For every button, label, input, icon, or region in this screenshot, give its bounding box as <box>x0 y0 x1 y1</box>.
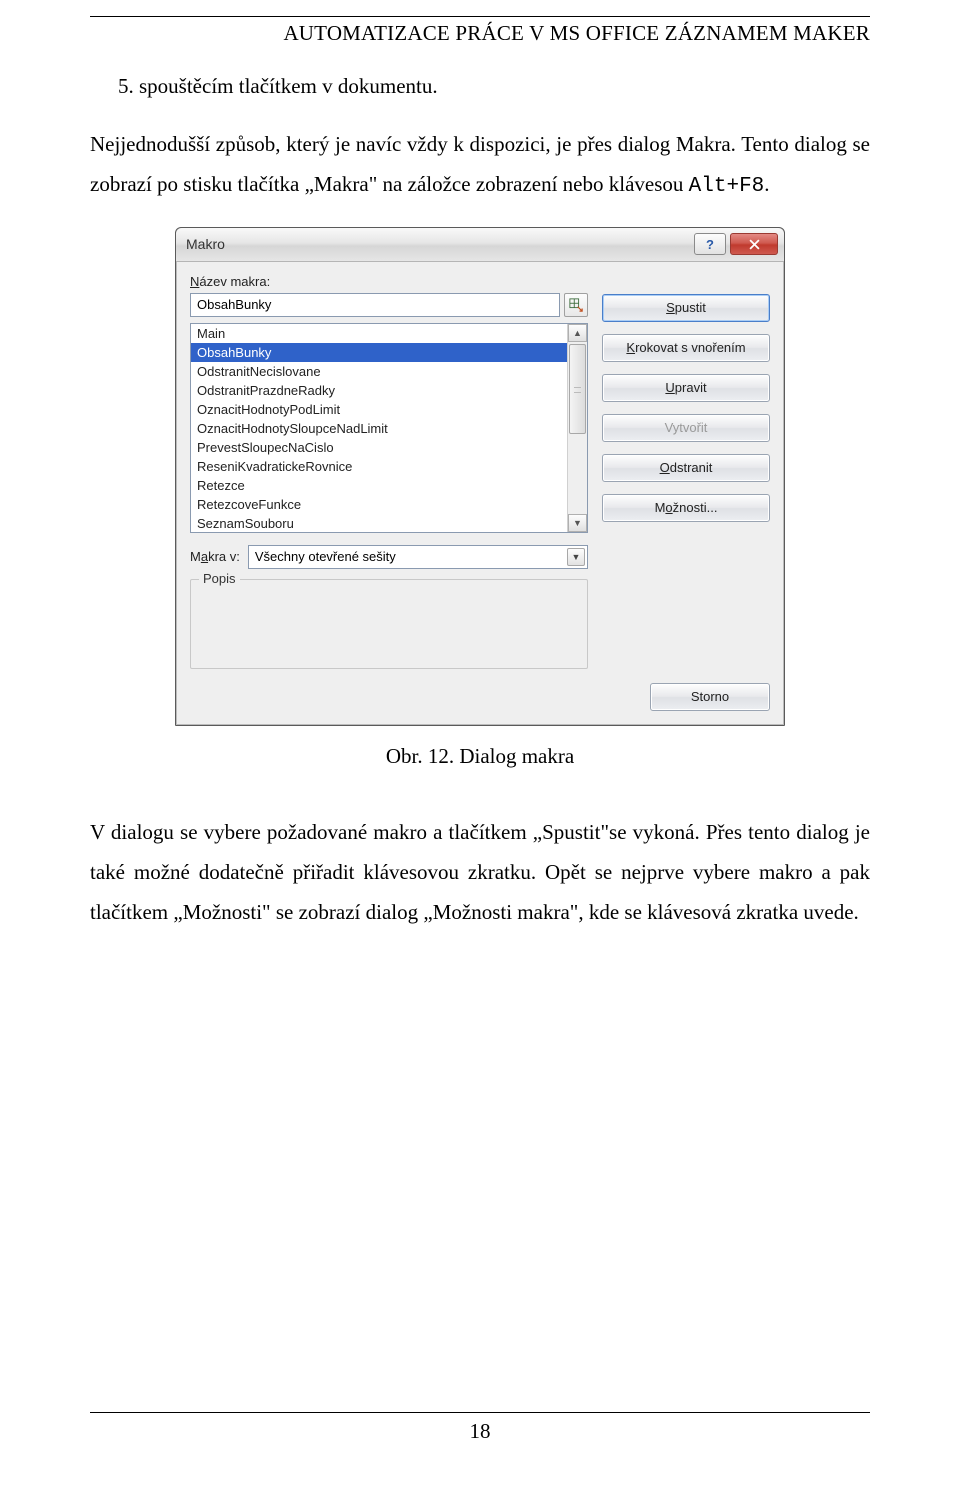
options-button[interactable]: Možnosti... <box>602 494 770 522</box>
macro-dialog: Makro ? Název makra: <box>175 227 785 726</box>
running-header: AUTOMATIZACE PRÁCE V MS OFFICE ZÁZNAMEM … <box>90 21 870 46</box>
scrollbar[interactable]: ▲ ▼ <box>567 324 587 532</box>
code-shortcut: Alt+F8 <box>689 175 765 198</box>
figure-caption: Obr. 12. Dialog makra <box>90 744 870 769</box>
list-item[interactable]: OdstranitPrazdneRadky <box>191 381 567 400</box>
list-item[interactable]: Retezce <box>191 476 567 495</box>
close-icon <box>749 239 760 250</box>
list-item[interactable]: SeznamSouboru <box>191 514 567 532</box>
list-item[interactable]: ReseniKvadratickeRovnice <box>191 457 567 476</box>
macro-name-input[interactable] <box>190 293 560 317</box>
numbered-list-item: 5. spouštěcím tlačítkem v dokumentu. <box>90 74 870 99</box>
create-button[interactable]: Vytvořit <box>602 414 770 442</box>
list-item[interactable]: OdstranitNecislovane <box>191 362 567 381</box>
list-item[interactable]: RetezcoveFunkce <box>191 495 567 514</box>
page-number: 18 <box>90 1419 870 1444</box>
close-button[interactable] <box>730 233 778 255</box>
run-button[interactable]: Spustit <box>602 294 770 322</box>
header-rule <box>90 16 870 17</box>
scroll-track[interactable] <box>568 342 587 514</box>
paragraph-1: Nejjednodušší způsob, který je navíc vžd… <box>90 125 870 207</box>
delete-button[interactable]: Odstranit <box>602 454 770 482</box>
para1-text-b: . <box>764 172 769 196</box>
goto-button[interactable] <box>564 293 588 317</box>
list-item[interactable]: PrevestSloupecNaCislo <box>191 438 567 457</box>
scroll-thumb[interactable] <box>569 344 586 434</box>
page-footer: 18 <box>90 1412 870 1444</box>
paragraph-2: V dialogu se vybere požadované makro a t… <box>90 813 870 933</box>
description-fieldset: Popis <box>190 579 588 669</box>
scroll-down-icon[interactable]: ▼ <box>568 514 587 532</box>
step-into-button[interactable]: Krokovat s vnořením <box>602 334 770 362</box>
list-item[interactable]: OznacitHodnotyPodLimit <box>191 400 567 419</box>
dialog-title: Makro <box>186 236 690 252</box>
titlebar: Makro ? <box>176 228 784 262</box>
scroll-up-icon[interactable]: ▲ <box>568 324 587 342</box>
macros-in-dropdown[interactable]: Všechny otevřené sešity ▼ <box>248 545 588 569</box>
macro-listbox[interactable]: MainObsahBunkyOdstranitNecislovaneOdstra… <box>190 323 588 533</box>
chevron-down-icon: ▼ <box>567 548 585 566</box>
macro-name-label: Název makra: <box>190 274 588 289</box>
description-label: Popis <box>199 571 240 586</box>
footer-rule <box>90 1412 870 1413</box>
list-item[interactable]: ObsahBunky <box>191 343 567 362</box>
edit-button[interactable]: Upravit <box>602 374 770 402</box>
figure-container: Makro ? Název makra: <box>90 227 870 726</box>
macros-in-label: Makra v: <box>190 549 240 564</box>
grid-arrow-icon <box>569 298 583 312</box>
list-item[interactable]: Main <box>191 324 567 343</box>
help-button[interactable]: ? <box>694 233 726 255</box>
list-item[interactable]: OznacitHodnotySloupceNadLimit <box>191 419 567 438</box>
macros-in-value: Všechny otevřené sešity <box>255 549 396 564</box>
cancel-button[interactable]: Storno <box>650 683 770 711</box>
